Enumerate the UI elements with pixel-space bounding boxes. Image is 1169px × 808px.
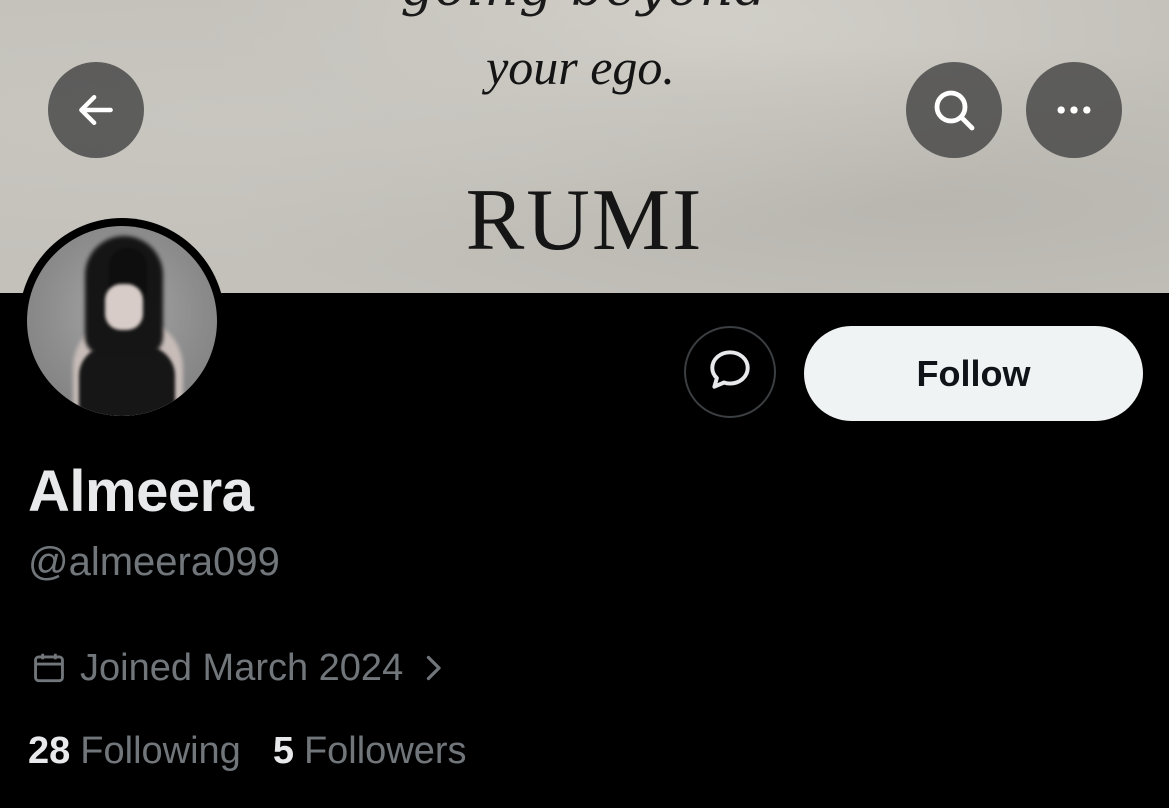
display-name: Almeera (28, 459, 254, 524)
following-count: 28 (28, 730, 71, 772)
followers-link[interactable]: 5 Followers (273, 730, 467, 773)
arrow-left-icon (74, 88, 118, 132)
back-button[interactable] (48, 62, 144, 158)
username-handle: @almeera099 (28, 540, 280, 584)
followers-count: 5 (272, 730, 294, 772)
search-button[interactable] (906, 62, 1002, 158)
following-label: Following (80, 730, 241, 772)
more-horizontal-icon (1052, 88, 1096, 132)
message-button[interactable] (684, 326, 776, 418)
search-icon (930, 86, 978, 134)
avatar[interactable] (19, 218, 225, 424)
followers-label: Followers (303, 730, 467, 772)
avatar-photo (27, 226, 217, 416)
banner-quote-line1: going beyond (0, 0, 1169, 18)
following-link[interactable]: 28 Following (28, 730, 241, 773)
message-bubble-icon (705, 345, 755, 400)
calendar-icon (30, 649, 68, 687)
joined-date-text: Joined March 2024 (80, 646, 404, 689)
follow-stats: 28 Following 5 Followers (28, 730, 467, 773)
joined-date-row[interactable]: Joined March 2024 (30, 644, 445, 692)
more-options-button[interactable] (1026, 62, 1122, 158)
follow-button[interactable]: Follow (804, 326, 1143, 421)
chevron-right-icon (421, 653, 445, 683)
